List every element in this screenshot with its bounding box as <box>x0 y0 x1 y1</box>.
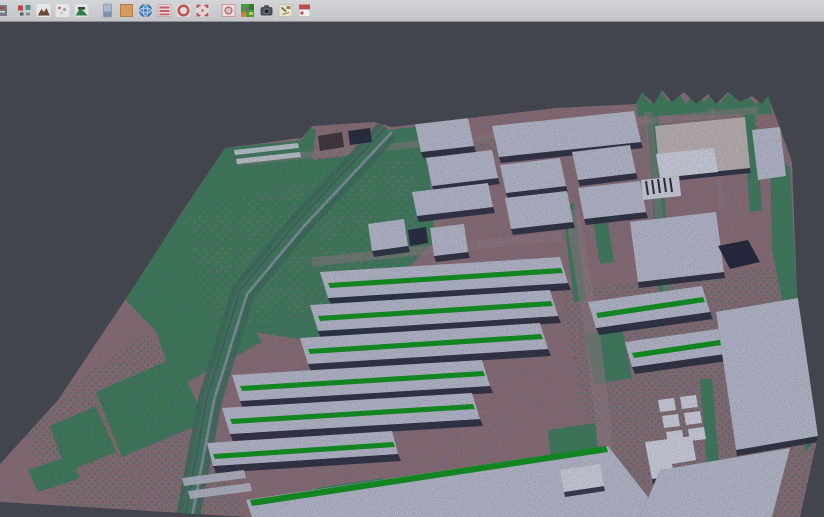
toolbar-icon-target-ring[interactable] <box>175 3 191 19</box>
toolbar-icon-profile-column[interactable] <box>99 3 115 19</box>
pointcloud-canvas <box>0 23 824 517</box>
toolbar-icon-document[interactable] <box>0 3 13 19</box>
toolbar-icon-globe[interactable] <box>137 3 153 19</box>
pointcloud-noise <box>0 80 824 517</box>
toolbar-icon-measure-tools[interactable] <box>277 3 293 19</box>
viewport-3d[interactable] <box>0 23 824 517</box>
toolbar-icon-terrain-texture[interactable] <box>73 3 89 19</box>
toolbar <box>0 0 824 22</box>
toolbar-icon-layers[interactable] <box>156 3 172 19</box>
toolbar-icon-terrain-dem[interactable] <box>35 3 51 19</box>
terrain-mesh <box>0 80 824 517</box>
toolbar-icon-sparse-points[interactable] <box>54 3 70 19</box>
toolbar-icon-align-points[interactable] <box>16 3 32 19</box>
toolbar-icon-classification-map[interactable] <box>239 3 255 19</box>
app-window: { "toolbar": { "background": "#c6c7cb", … <box>0 0 824 517</box>
toolbar-icon-selection-bounds[interactable] <box>194 3 210 19</box>
toolbar-icon-region-circle[interactable] <box>220 3 236 19</box>
toolbar-icon-flag-annotation[interactable] <box>296 3 312 19</box>
toolbar-icon-ortho-area[interactable] <box>118 3 134 19</box>
toolbar-icon-camera[interactable] <box>258 3 274 19</box>
